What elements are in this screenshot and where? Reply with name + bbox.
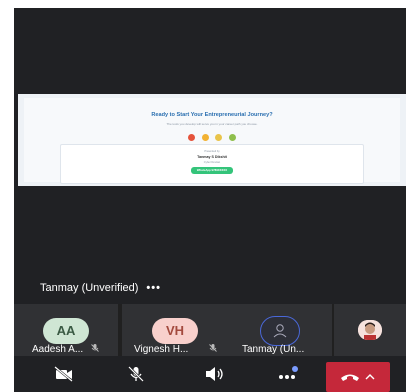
- participant-name: Vignesh H...: [134, 344, 189, 355]
- mic-off-icon: [91, 344, 99, 352]
- avatar-photo: [358, 320, 382, 340]
- card-role: Cyber Devtian: [203, 161, 221, 164]
- profile-photo-icon: [358, 320, 382, 340]
- presentation-stage: Ready to Start Your Entrepreneurial Jour…: [14, 8, 406, 304]
- mic-off-icon: [128, 366, 144, 382]
- more-options-button[interactable]: [268, 356, 308, 392]
- participant-tile[interactable]: VH Vignesh H...: [122, 304, 228, 356]
- whatsapp-button: WhatsApp 9789XXXXX: [191, 167, 233, 174]
- more-icon: [279, 366, 298, 379]
- shared-screen: Ready to Start Your Entrepreneurial Jour…: [18, 94, 406, 186]
- mic-toggle-button[interactable]: [116, 356, 156, 392]
- participant-name: Aadesh A...: [32, 344, 84, 355]
- meeting-window: Ready to Start Your Entrepreneurial Jour…: [14, 8, 406, 392]
- avatar: VH: [152, 318, 198, 344]
- target-emoji-icon: [188, 134, 196, 141]
- presenter-card: Presented by Tanmay S Dikshit Cyber Devt…: [60, 144, 364, 184]
- mic-off-icon: [209, 344, 217, 352]
- person-icon: [273, 324, 287, 338]
- participant-tile[interactable]: AA Aadesh A...: [14, 304, 118, 356]
- end-call-button[interactable]: [326, 362, 390, 392]
- participant-tile[interactable]: [334, 304, 406, 356]
- card-name: Tanmay S Dikshit: [197, 155, 227, 159]
- camera-toggle-button[interactable]: [44, 356, 84, 392]
- speaker-icon: [206, 367, 223, 381]
- participant-name: Tanmay (Un...: [242, 344, 305, 355]
- participant-tile[interactable]: Tanmay (Un...: [228, 304, 332, 356]
- slide-subtitle: The tools you develop will serve you in …: [166, 122, 258, 126]
- rocket-emoji-icon: [215, 134, 223, 141]
- money-emoji-icon: [201, 134, 209, 141]
- avatar: AA: [43, 318, 89, 344]
- shared-slide: Ready to Start Your Entrepreneurial Jour…: [24, 98, 400, 184]
- camera-off-icon: [54, 366, 73, 382]
- participant-strip: AA Aadesh A... VH Vignesh H... Tanmay (U…: [14, 304, 406, 356]
- call-controls: [14, 356, 406, 392]
- presenter-name: Tanmay (Unverified): [40, 282, 139, 294]
- presenter-more-button[interactable]: •••: [146, 282, 161, 294]
- end-call-icon: [341, 374, 375, 381]
- slide-title: Ready to Start Your Entrepreneurial Jour…: [151, 112, 273, 118]
- speaker-button[interactable]: [194, 356, 234, 392]
- presenter-label: Tanmay (Unverified) •••: [40, 282, 161, 294]
- avatar: [260, 316, 300, 346]
- sparkle-emoji-icon: [228, 134, 236, 141]
- card-caption: Presented by: [204, 150, 220, 153]
